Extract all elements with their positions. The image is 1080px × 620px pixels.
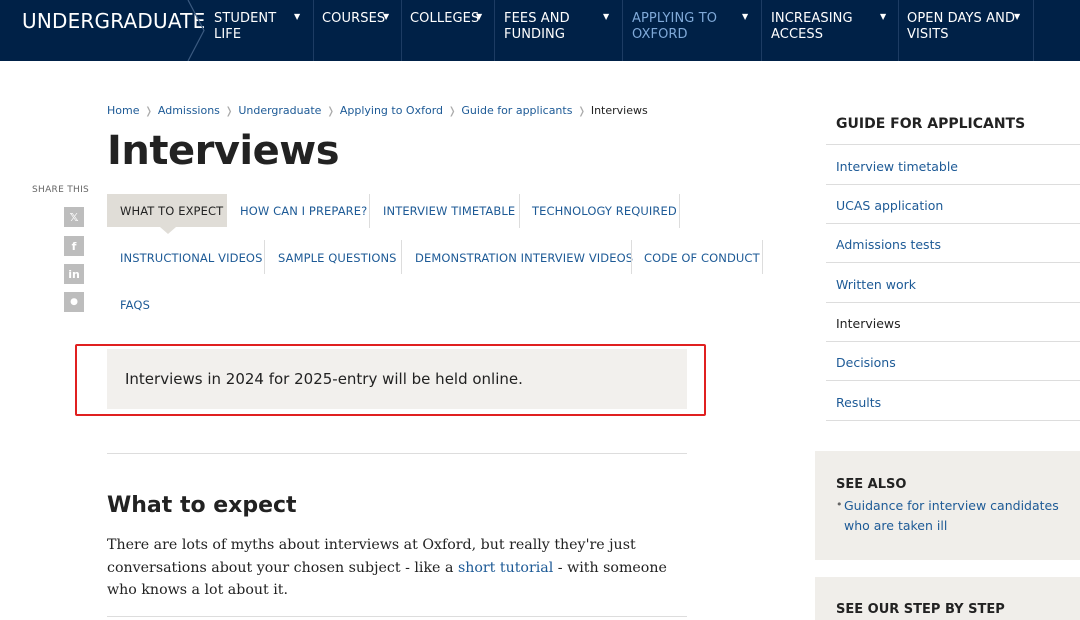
sidebar-item-decisions[interactable]: Decisions — [836, 355, 896, 370]
breadcrumb-guide-for-applicants[interactable]: Guide for applicants — [461, 104, 572, 117]
facebook-icon[interactable]: f — [64, 236, 84, 256]
chevron-down-icon[interactable]: ▼ — [1014, 12, 1020, 21]
sidebar-divider — [826, 341, 1080, 342]
sidebar-divider — [826, 144, 1080, 145]
tab-faqs[interactable]: FAQS — [120, 288, 150, 321]
see-also-title: SEE ALSO — [836, 477, 907, 492]
tab-divider — [631, 240, 632, 274]
nav-item-applying-to-oxford[interactable]: APPLYING TO OXFORD — [632, 11, 717, 43]
linkedin-icon[interactable]: in — [64, 264, 84, 284]
see-also-link-taken-ill[interactable]: Guidance for interview candidates who ar… — [844, 496, 1072, 536]
sidebar-divider — [826, 262, 1080, 263]
tab-divider — [369, 194, 370, 228]
breadcrumb-applying-to-oxford[interactable]: Applying to Oxford — [340, 104, 443, 117]
sidebar-divider — [826, 223, 1080, 224]
nav-divider — [313, 0, 314, 61]
tab-demonstration-interview-videos[interactable]: DEMONSTRATION INTERVIEW VIDEOS — [415, 241, 633, 274]
nav-item-student-life[interactable]: STUDENT LIFE — [214, 11, 276, 43]
sidebar-divider — [826, 302, 1080, 303]
sidebar-divider — [826, 380, 1080, 381]
breadcrumb-separator-icon: ❭ — [144, 106, 153, 117]
breadcrumb-separator-icon: ❭ — [448, 106, 457, 117]
sidebar-divider — [826, 420, 1080, 421]
nav-divider — [1033, 0, 1034, 61]
tab-divider — [519, 194, 520, 228]
nav-item-open-days-and-visits[interactable]: OPEN DAYS AND VISITS — [907, 11, 1015, 43]
chevron-down-icon[interactable]: ▼ — [294, 12, 300, 21]
chevron-down-icon[interactable]: ▼ — [476, 12, 482, 21]
chevron-down-icon[interactable]: ▼ — [383, 12, 389, 21]
page-title: Interviews — [107, 128, 340, 174]
nav-item-fees-and-funding[interactable]: FEES AND FUNDING — [504, 11, 570, 43]
section-heading: What to expect — [107, 493, 297, 518]
breadcrumb-home[interactable]: Home — [107, 104, 139, 117]
tab-divider — [264, 240, 265, 274]
sidebar-item-interview-timetable[interactable]: Interview timetable — [836, 159, 958, 174]
tab-divider — [679, 194, 680, 228]
tab-technology-required[interactable]: TECHNOLOGY REQUIRED — [532, 194, 677, 227]
sidebar-item-results[interactable]: Results — [836, 395, 881, 410]
sidebar-item-written-work[interactable]: Written work — [836, 277, 916, 292]
tab-divider — [401, 240, 402, 274]
breadcrumb-separator-icon: ❭ — [326, 106, 335, 117]
tab-divider — [762, 240, 763, 274]
reddit-icon[interactable]: ● — [64, 292, 84, 312]
nav-divider — [494, 0, 495, 61]
sidebar-item-interviews[interactable]: Interviews — [836, 316, 901, 331]
x-icon[interactable]: 𝕏 — [64, 207, 84, 227]
nav-item-courses[interactable]: COURSES — [322, 11, 385, 27]
highlight-annotation — [75, 344, 706, 416]
brand-chevron-icon — [187, 0, 205, 61]
tab-how-can-i-prepare[interactable]: HOW CAN I PREPARE? — [240, 194, 367, 227]
tab-interview-timetable[interactable]: INTERVIEW TIMETABLE — [383, 194, 515, 227]
section-divider — [107, 453, 687, 454]
tab-instructional-videos[interactable]: INSTRUCTIONAL VIDEOS — [120, 241, 263, 274]
bullet-icon: • — [836, 498, 843, 511]
sidebar-item-admissions-tests[interactable]: Admissions tests — [836, 237, 941, 252]
nav-divider — [898, 0, 899, 61]
nav-divider — [401, 0, 402, 61]
brand-title[interactable]: UNDERGRADUATE — [22, 9, 205, 33]
breadcrumb-undergraduate[interactable]: Undergraduate — [238, 104, 321, 117]
tab-sample-questions[interactable]: SAMPLE QUESTIONS — [278, 241, 397, 274]
step-by-step-title: SEE OUR STEP BY STEP — [836, 602, 1005, 617]
nav-divider — [622, 0, 623, 61]
breadcrumb: Home ❭ Admissions ❭ Undergraduate ❭ Applying t… — [107, 104, 648, 117]
tab-code-of-conduct[interactable]: CODE OF CONDUCT — [644, 241, 760, 274]
section-body: There are lots of myths about interviews… — [107, 537, 667, 598]
sidebar-title: GUIDE FOR APPLICANTS — [836, 116, 1026, 132]
nav-item-colleges[interactable]: COLLEGES — [410, 11, 479, 27]
sidebar-item-ucas-application[interactable]: UCAS application — [836, 198, 943, 213]
chevron-down-icon[interactable]: ▼ — [742, 12, 748, 21]
active-tab-pointer — [160, 227, 176, 234]
nav-item-increasing-access[interactable]: INCREASING ACCESS — [771, 11, 853, 43]
section-divider — [107, 616, 687, 617]
tab-what-to-expect[interactable]: WHAT TO EXPECT — [107, 194, 227, 227]
short-tutorial-link[interactable]: short tutorial — [458, 560, 553, 576]
breadcrumb-admissions[interactable]: Admissions — [158, 104, 220, 117]
sidebar-divider — [826, 184, 1080, 185]
nav-divider — [761, 0, 762, 61]
share-label: SHARE THIS — [32, 185, 90, 195]
breadcrumb-separator-icon: ❭ — [577, 106, 586, 117]
breadcrumb-current: Interviews — [590, 104, 648, 117]
top-navigation: UNDERGRADUATE STUDENT LIFE ▼ COURSES ▼ C… — [0, 0, 1080, 61]
breadcrumb-separator-icon: ❭ — [224, 106, 234, 117]
chevron-down-icon[interactable]: ▼ — [603, 12, 609, 21]
chevron-down-icon[interactable]: ▼ — [880, 12, 886, 21]
